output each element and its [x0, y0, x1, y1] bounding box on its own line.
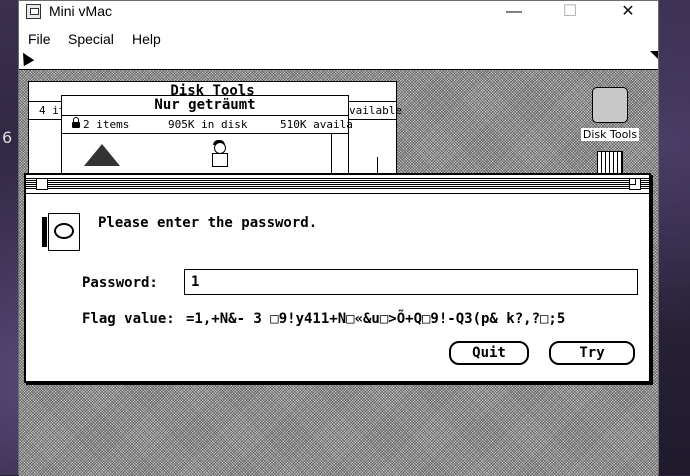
nur-window-info: 2 items 905K in disk 510K availa [62, 116, 353, 134]
disk-tools-available: vailable [349, 104, 402, 117]
screen-corner [650, 51, 658, 59]
background-text: 6 [2, 128, 13, 147]
maximize-button[interactable]: ☐ [547, 1, 593, 25]
disk-icon [592, 87, 628, 123]
nur-items: 2 items [72, 116, 129, 133]
window-title: Mini vMac [49, 3, 113, 19]
flag-value: =1,+N&- 3 □9!y411+N□«&u□>Õ+Q□9!-Q3(p& k?… [186, 311, 566, 327]
try-button[interactable]: Try [549, 341, 635, 365]
close-button[interactable]: ✕ [605, 1, 651, 25]
menu-help[interactable]: Help [132, 31, 161, 47]
quit-button[interactable]: Quit [449, 341, 529, 365]
menu-file[interactable]: File [28, 31, 51, 47]
pyramid-icon[interactable] [84, 144, 120, 166]
lock-icon [72, 117, 80, 128]
mac-app-icon [26, 4, 41, 19]
desktop-disk-tools-label: Disk Tools [580, 128, 640, 141]
dialog-close-box[interactable] [36, 178, 48, 190]
menu-special[interactable]: Special [68, 31, 114, 47]
emulated-mac-screen[interactable]: Disk Tools 4 it vailable Nur geträumt 2 … [19, 51, 658, 476]
flag-label: Flag value: [82, 311, 175, 327]
host-menubar: File Special Help [19, 27, 658, 51]
window-titlebar[interactable]: Mini vMac — ☐ ✕ [19, 1, 658, 25]
note-icon [42, 213, 80, 251]
mouse-cursor-icon [19, 51, 35, 67]
nur-getraumt-window[interactable]: Nur geträumt 2 items 905K in disk 510K a… [61, 95, 353, 185]
mac-menubar [19, 51, 658, 70]
dialog-message: Please enter the password. [98, 215, 318, 231]
person-icon[interactable] [210, 140, 228, 167]
nur-in-disk: 905K in disk [168, 118, 248, 131]
nur-window-title: Nur geträumt [62, 96, 348, 116]
dialog-titlebar[interactable] [26, 175, 649, 194]
password-dialog: Please enter the password. Password: 1 F… [24, 173, 651, 383]
password-label: Password: [82, 275, 158, 291]
password-input[interactable]: 1 [184, 269, 638, 295]
mini-vmac-window: Mini vMac — ☐ ✕ File Special Help Disk T… [18, 0, 659, 476]
minimize-button[interactable]: — [491, 1, 537, 25]
desktop-disk-tools[interactable]: Disk Tools [575, 87, 645, 142]
nur-available: 510K availa [280, 118, 353, 131]
dialog-zoom-box[interactable] [629, 178, 641, 190]
